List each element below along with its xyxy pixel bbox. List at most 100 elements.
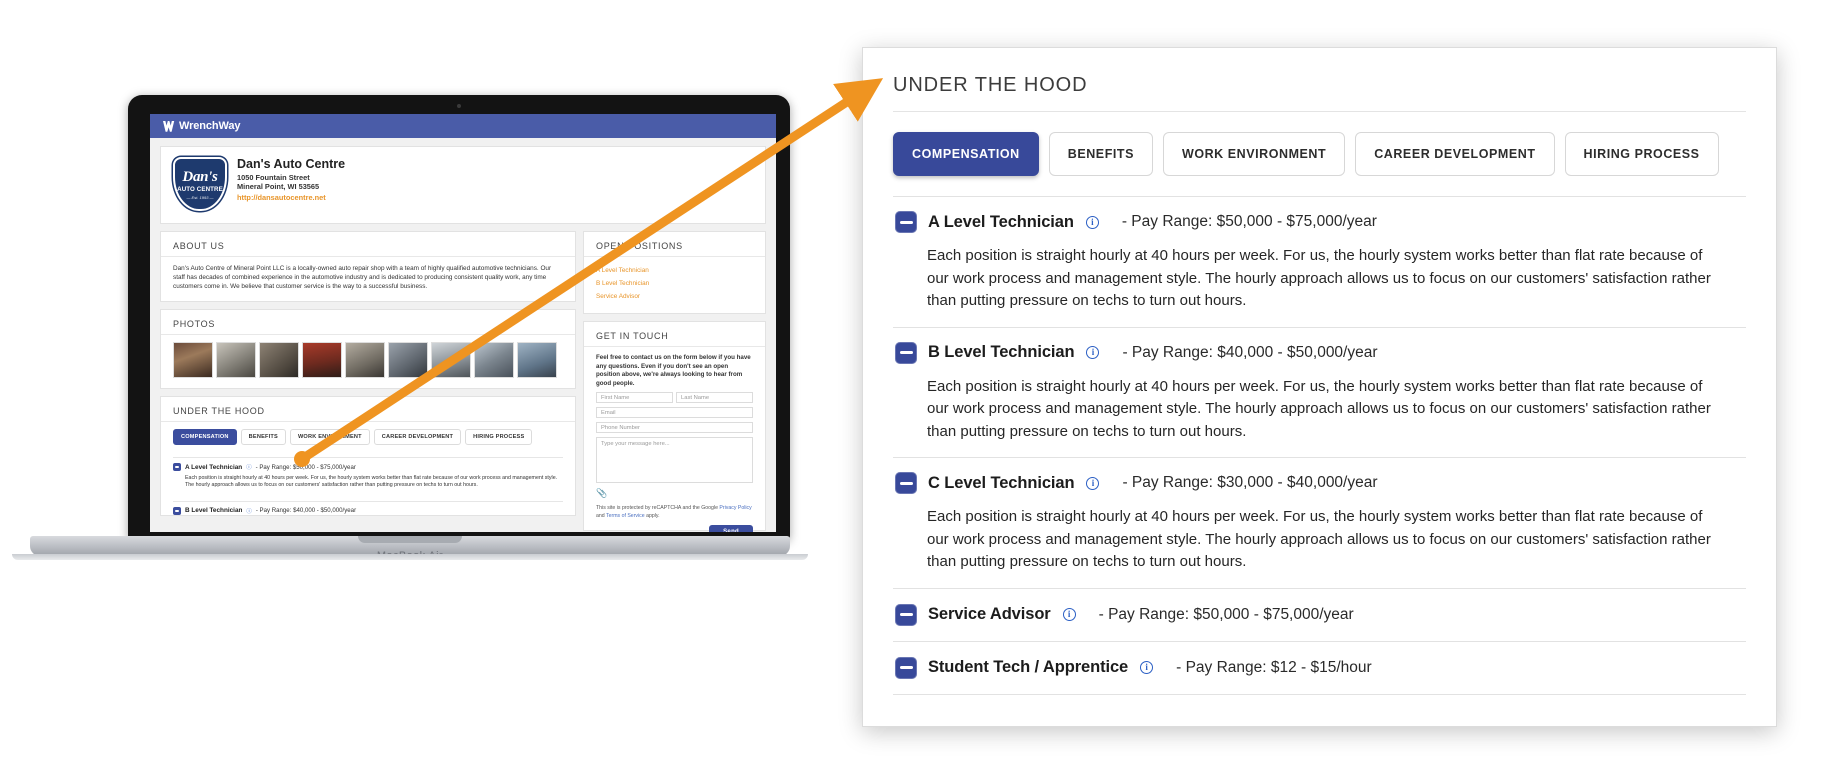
tab-career-development[interactable]: CAREER DEVELOPMENT	[1355, 132, 1555, 176]
tab-hiring-process[interactable]: HIRING PROCESS	[465, 429, 533, 445]
left-column: ABOUT US Dan's Auto Centre of Mineral Po…	[160, 231, 576, 532]
message-textarea[interactable]: Type your message here...	[596, 437, 753, 484]
business-address-line2: Mineral Point, WI 53565	[237, 182, 320, 192]
tab-career-development[interactable]: CAREER DEVELOPMENT	[373, 429, 462, 445]
info-circle-icon[interactable]: i	[1062, 608, 1076, 621]
accordion-item[interactable]: Student Tech / Apprentice i - Pay Range: …	[893, 640, 1746, 694]
laptop-lid: WrenchWay Dan's AUTO CENTRE — Est. 1993 …	[128, 95, 790, 540]
photos-title: PHOTOS	[161, 310, 575, 335]
photo-thumbnail[interactable]	[173, 342, 213, 378]
webcam-icon	[457, 104, 461, 108]
minus-square-icon[interactable]	[895, 211, 917, 233]
minus-square-icon[interactable]	[173, 463, 181, 471]
position-pay: - Pay Range: $50,000 - $75,000/year	[255, 463, 356, 471]
under-the-hood-title: UNDER THE HOOD	[161, 397, 575, 422]
tab-work-environment[interactable]: WORK ENVIRONMENT	[289, 429, 370, 445]
photo-thumbnail[interactable]	[216, 342, 256, 378]
minus-square-icon[interactable]	[895, 341, 917, 364]
business-header-card: Dan's AUTO CENTRE — Est. 1993 — Dan's Au…	[160, 146, 766, 224]
email-input[interactable]: Email	[596, 407, 753, 419]
position-name: Service Advisor	[928, 605, 1051, 623]
minus-square-icon[interactable]	[895, 472, 917, 494]
accordion-item-header[interactable]: Student Tech / Apprentice i - Pay Range: …	[895, 656, 1744, 679]
about-us-title: ABOUT US	[161, 232, 575, 257]
photo-thumbnail[interactable]	[474, 342, 514, 378]
terms-of-service-link[interactable]: Terms of Service	[606, 513, 645, 519]
accordion-item[interactable]: B Level Technician ⓘ - Pay Range: $40,00…	[173, 502, 563, 515]
photo-thumbnail[interactable]	[345, 342, 385, 378]
position-pay: - Pay Range: $40,000 - $50,000/year	[1122, 343, 1378, 361]
info-circle-icon[interactable]: i	[1140, 661, 1154, 674]
tab-hiring-process[interactable]: HIRING PROCESS	[1564, 132, 1719, 176]
business-logo: Dan's AUTO CENTRE — Est. 1993 —	[173, 157, 227, 211]
info-circle-icon[interactable]: ⓘ	[246, 463, 251, 471]
photo-thumbnail[interactable]	[259, 342, 299, 378]
business-website-link[interactable]: http://dansautocentre.net	[237, 193, 345, 202]
tab-work-environment[interactable]: WORK ENVIRONMENT	[1162, 132, 1346, 176]
send-button[interactable]: Send	[709, 524, 753, 532]
accordion-item-header[interactable]: C Level Technician i - Pay Range: $30,000…	[895, 472, 1744, 494]
info-circle-icon[interactable]: i	[1086, 476, 1100, 490]
tab-benefits[interactable]: BENEFITS	[240, 429, 286, 445]
position-name: B Level Technician	[185, 507, 243, 515]
about-us-card: ABOUT US Dan's Auto Centre of Mineral Po…	[160, 231, 576, 302]
first-name-input[interactable]: First Name	[596, 392, 673, 404]
right-column: OPEN POSITIONS A Level Technician B Leve…	[583, 231, 766, 532]
open-position-link[interactable]: B Level Technician	[596, 277, 753, 290]
open-positions-title: OPEN POSITIONS	[584, 232, 765, 257]
info-circle-icon[interactable]: i	[1086, 346, 1100, 359]
privacy-policy-link[interactable]: Privacy Policy	[719, 505, 751, 511]
accordion-item[interactable]: A Level Technician ⓘ - Pay Range: $50,00…	[173, 458, 563, 496]
accordion-item[interactable]: Service Advisor i - Pay Range: $50,000 - …	[893, 587, 1746, 641]
callout-tabs[interactable]: COMPENSATION BENEFITS WORK ENVIRONMENT C…	[893, 132, 1746, 176]
accordion-item-header[interactable]: A Level Technician i - Pay Range: $50,000…	[895, 211, 1744, 233]
tab-compensation[interactable]: COMPENSATION	[173, 429, 237, 445]
open-position-link[interactable]: A Level Technician	[596, 264, 753, 277]
position-description: Each position is straight hourly at 40 h…	[927, 377, 1711, 440]
paperclip-icon[interactable]: 📎	[596, 488, 753, 499]
photo-thumbnail[interactable]	[517, 342, 557, 378]
tab-benefits[interactable]: BENEFITS	[1048, 132, 1153, 176]
photo-thumbnail[interactable]	[431, 342, 471, 378]
phone-input[interactable]: Phone Number	[596, 422, 753, 434]
open-positions-card: OPEN POSITIONS A Level Technician B Leve…	[583, 231, 766, 314]
under-the-hood-card: UNDER THE HOOD COMPENSATION BENEFITS WOR…	[160, 396, 576, 516]
photos-card: PHOTOS	[160, 309, 576, 389]
under-the-hood-tabs[interactable]: COMPENSATION BENEFITS WORK ENVIRONMENT C…	[161, 429, 575, 452]
accordion-item-header[interactable]: Service Advisor i - Pay Range: $50,000 - …	[895, 603, 1744, 626]
recaptcha-text-prefix: This site is protected by reCAPTCHA and …	[596, 505, 720, 512]
photo-thumbnail[interactable]	[302, 342, 342, 378]
accordion-item[interactable]: B Level Technician i - Pay Range: $40,000…	[893, 326, 1746, 458]
last-name-input[interactable]: Last Name	[676, 392, 753, 404]
under-the-hood-items: A Level Technician ⓘ - Pay Range: $50,00…	[161, 457, 575, 515]
info-circle-icon[interactable]: i	[1085, 215, 1099, 229]
position-pay: - Pay Range: $12 - $15/hour	[1176, 658, 1372, 676]
tab-compensation[interactable]: COMPENSATION	[893, 132, 1039, 176]
position-description: Each position is straight hourly at 40 h…	[185, 475, 558, 489]
open-position-link[interactable]: Service Advisor	[596, 290, 753, 303]
minus-square-icon[interactable]	[173, 506, 181, 515]
name-field-row: First Name Last Name	[596, 388, 753, 404]
minus-square-icon[interactable]	[895, 656, 917, 679]
site-body: Dan's AUTO CENTRE — Est. 1993 — Dan's Au…	[150, 138, 776, 532]
recaptcha-text-mid: and	[596, 512, 607, 519]
position-name: Student Tech / Apprentice	[928, 658, 1129, 676]
accordion-item[interactable]: C Level Technician i - Pay Range: $30,000…	[893, 457, 1746, 588]
position-name: C Level Technician	[928, 473, 1075, 492]
photo-thumbnail[interactable]	[388, 342, 428, 378]
business-name: Dan's Auto Centre	[237, 157, 346, 171]
site-navbar: WrenchWay	[150, 114, 776, 138]
accordion-item[interactable]: A Level Technician i - Pay Range: $50,000…	[893, 196, 1746, 327]
info-circle-icon[interactable]: ⓘ	[246, 507, 251, 515]
position-description: Each position is straight hourly at 40 h…	[927, 247, 1711, 309]
laptop-screen: WrenchWay Dan's AUTO CENTRE — Est. 1993 …	[150, 114, 776, 532]
photo-strip[interactable]	[161, 342, 575, 388]
minus-square-icon[interactable]	[895, 603, 917, 626]
get-in-touch-title: GET IN TOUCH	[584, 322, 765, 347]
callout-panel: UNDER THE HOOD COMPENSATION BENEFITS WOR…	[862, 47, 1777, 727]
position-pay: - Pay Range: $30,000 - $40,000/year	[1122, 474, 1378, 491]
logo-line2: AUTO CENTRE	[177, 186, 223, 193]
position-pay: - Pay Range: $50,000 - $75,000/year	[1098, 605, 1354, 623]
logo-line3: — Est. 1993 —	[186, 195, 214, 200]
accordion-item-header[interactable]: B Level Technician i - Pay Range: $40,000…	[895, 341, 1744, 364]
